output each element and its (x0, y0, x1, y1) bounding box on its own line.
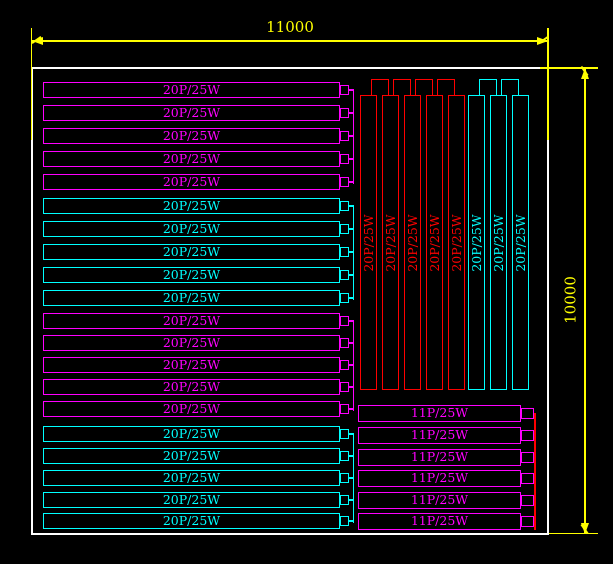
connector-stub (340, 338, 349, 348)
panel-label: 20P/25W (362, 214, 375, 271)
panel-bar: 20P/25W (43, 198, 340, 214)
top-connector (437, 79, 455, 95)
panel-bar: 20P/25W (43, 151, 340, 167)
connector-stub (340, 85, 349, 95)
connector-stub (340, 516, 349, 526)
connector-stub (340, 316, 349, 326)
width-dimension-line (32, 40, 548, 42)
panel-label: 20P/25W (470, 214, 483, 271)
panel-bar: 20P/25W (43, 128, 340, 144)
height-extension-line-top (540, 67, 598, 69)
top-connector (501, 79, 519, 95)
connector-stub (340, 247, 349, 257)
connector-stub (340, 451, 349, 461)
panel-bar: 11P/25W (358, 470, 521, 487)
connector-trunk (353, 434, 355, 523)
connector-trunk (353, 321, 355, 411)
connector-stub (521, 495, 534, 506)
connector-trunk (353, 90, 355, 184)
connector-trunk (353, 206, 355, 300)
panel-label: 20P/25W (514, 214, 527, 271)
panel-bar: 20P/25W (43, 290, 340, 306)
connector-stub (340, 429, 349, 439)
panel-bar: 20P/25W (43, 448, 340, 464)
panel-bar: 20P/25W (43, 313, 340, 329)
top-connector (415, 79, 433, 95)
panel-bar: 20P/25W (43, 513, 340, 529)
connector-stub (521, 408, 534, 419)
panel-label: 20P/25W (450, 214, 463, 271)
connector-stub (521, 452, 534, 463)
connector-stub (340, 224, 349, 234)
connector-stub (340, 270, 349, 280)
panel-bar: 20P/25W (43, 267, 340, 283)
panel-bar: 20P/25W (43, 221, 340, 237)
panel-bar: 20P/25W (43, 470, 340, 486)
panel-bar: 20P/25W (43, 244, 340, 260)
panel-label: 20P/25W (406, 214, 419, 271)
panel-bar: 20P/25W (43, 492, 340, 508)
connector-stub (340, 382, 349, 392)
connector-stub (340, 131, 349, 141)
cad-drawing-canvas: 20P/25W 20P/25W 20P/25W 20P/25W 20P/25W 20P/2… (0, 0, 613, 564)
top-connector (393, 79, 411, 95)
connector-stub (340, 495, 349, 505)
panel-bar: 20P/25W (43, 357, 340, 373)
connector-stub (340, 473, 349, 483)
top-connector (479, 79, 497, 95)
panel-bar: 11P/25W (358, 492, 521, 509)
connector-stub (340, 293, 349, 303)
top-connector (371, 79, 389, 95)
connector-stub (340, 177, 349, 187)
height-dimension-label: 10000 (564, 276, 579, 324)
panel-bar: 20P/25W (43, 426, 340, 442)
connector-stub (340, 201, 349, 211)
panel-bar: 11P/25W (358, 405, 521, 422)
connector-stub (340, 404, 349, 414)
height-extension-line-bottom (549, 533, 598, 535)
panel-bar: 20P/25W (43, 174, 340, 190)
connector-stub (521, 430, 534, 441)
connector-stub (340, 154, 349, 164)
connector-trunk (534, 413, 536, 530)
panel-label: 20P/25W (428, 214, 441, 271)
panel-bar: 11P/25W (358, 513, 521, 530)
panel-label: 20P/25W (492, 214, 505, 271)
panel-bar: 20P/25W (43, 82, 340, 98)
connector-stub (340, 360, 349, 370)
connector-stub (521, 516, 534, 527)
panel-bar: 20P/25W (43, 379, 340, 395)
panel-label: 20P/25W (384, 214, 397, 271)
panel-bar: 20P/25W (43, 105, 340, 121)
panel-bar: 20P/25W (43, 335, 340, 351)
panel-bar: 11P/25W (358, 427, 521, 444)
connector-stub (521, 473, 534, 484)
panel-bar: 11P/25W (358, 449, 521, 466)
width-dimension-label: 11000 (240, 20, 340, 35)
connector-stub (340, 108, 349, 118)
height-dimension-line (584, 68, 586, 534)
panel-bar: 20P/25W (43, 401, 340, 417)
